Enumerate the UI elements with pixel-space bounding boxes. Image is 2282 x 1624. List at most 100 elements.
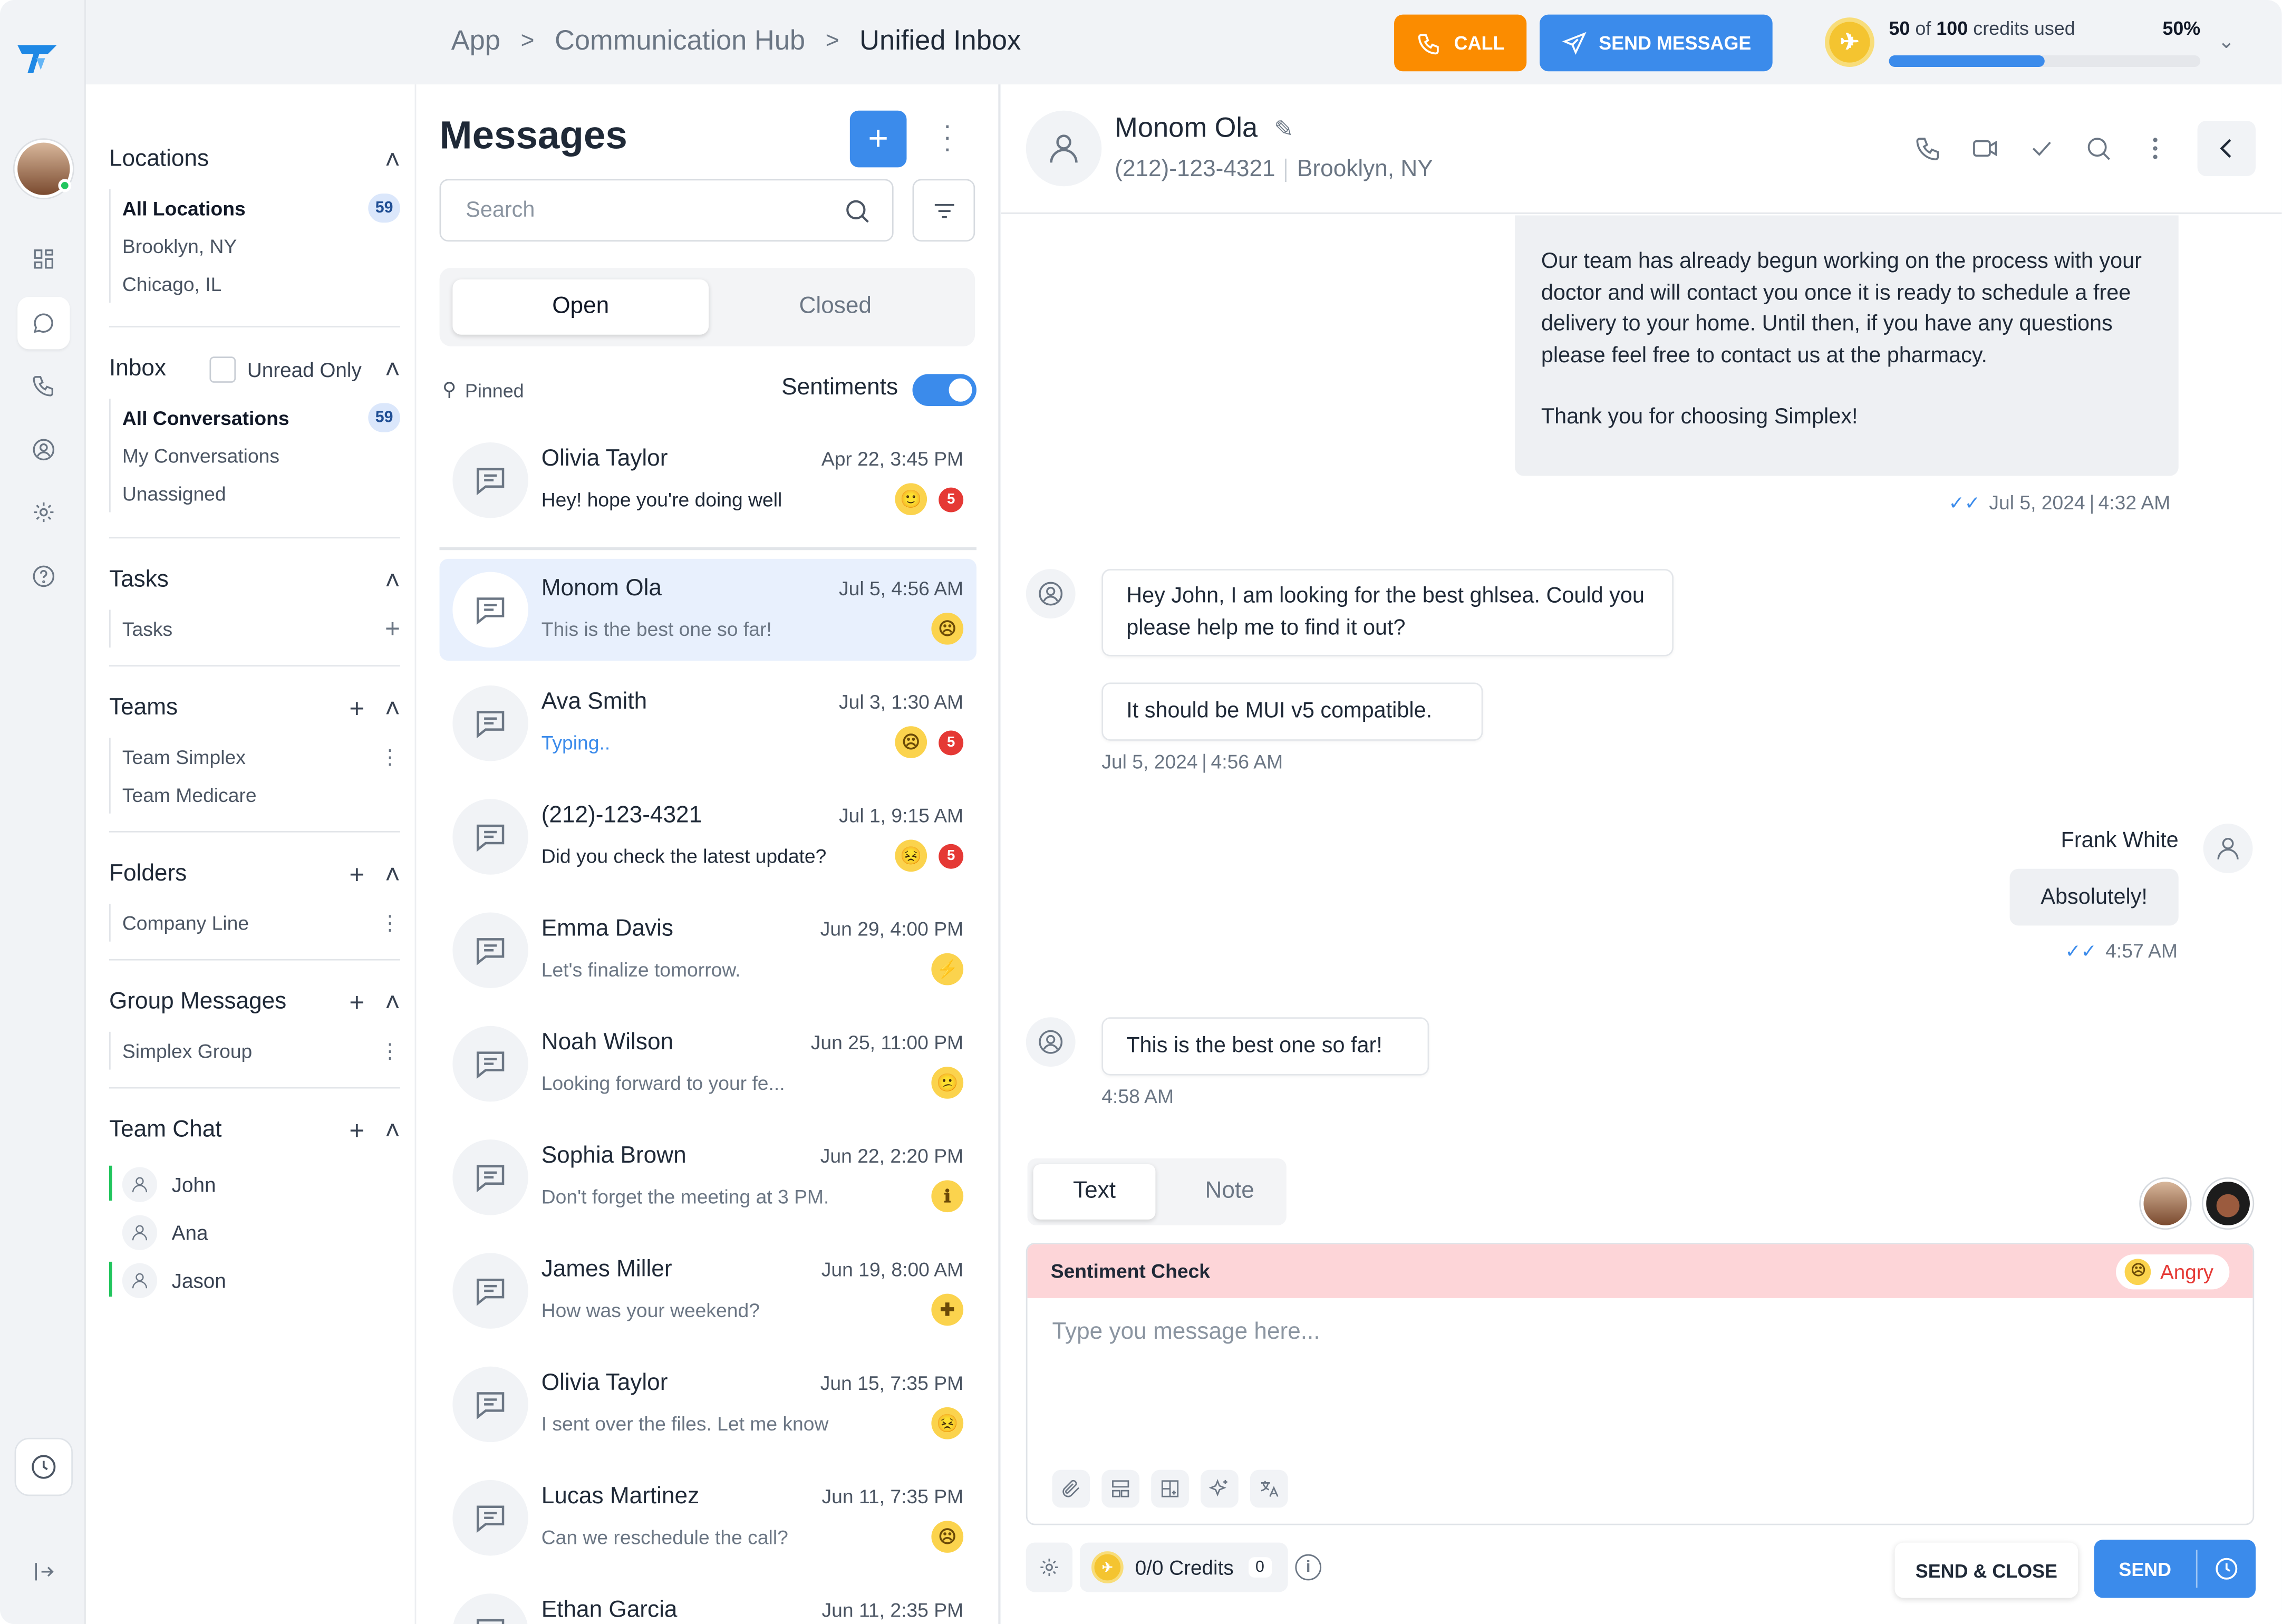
add-folder-icon[interactable]: +	[349, 859, 364, 890]
filter-button[interactable]	[912, 179, 975, 242]
team-medicare[interactable]: Team Medicare	[122, 776, 400, 814]
inbox-all-conversations[interactable]: All Conversations 59	[122, 399, 400, 437]
send-and-close-button[interactable]: SEND & CLOSE	[1894, 1542, 2078, 1598]
send-message-button[interactable]: SEND MESSAGE	[1540, 14, 1773, 72]
info-icon[interactable]: i	[1295, 1554, 1322, 1581]
search-icon[interactable]	[2084, 134, 2113, 163]
participant-avatar[interactable]	[2140, 1178, 2190, 1229]
message-incoming[interactable]: It should be MUI v5 compatible.	[1101, 682, 1483, 741]
unread-only-label: Unread Only	[247, 357, 362, 382]
conversation-item[interactable]: Noah Wilson Jun 25, 11:00 PM Looking forwa…	[440, 1013, 976, 1115]
conversation-item[interactable]: Olivia Taylor Jun 15, 7:35 PM I sent over …	[440, 1354, 976, 1455]
conversation-item[interactable]: Ava Smith Jul 3, 1:30 AM Typing.. ☹ 5	[440, 672, 976, 774]
tab-open[interactable]: Open	[452, 279, 709, 335]
add-group-icon[interactable]: +	[349, 988, 364, 1018]
check-icon[interactable]	[2027, 134, 2056, 163]
folder-company-line[interactable]: Company Line ⋮	[122, 904, 400, 942]
more-vertical-icon[interactable]: ⋮	[380, 745, 400, 769]
location-brooklyn[interactable]: Brooklyn, NY	[122, 227, 400, 265]
help-icon[interactable]	[17, 550, 70, 602]
location-chicago[interactable]: Chicago, IL	[122, 265, 400, 303]
contact-avatar-small	[1026, 1017, 1076, 1067]
chevron-up-icon[interactable]: ˄	[385, 1116, 400, 1146]
participant-avatar[interactable]	[2203, 1178, 2253, 1229]
chevron-down-icon[interactable]: ⌄	[2218, 29, 2235, 54]
conversation-item[interactable]: James Miller Jun 19, 8:00 AM How was your …	[440, 1240, 976, 1342]
breadcrumb-communication-hub[interactable]: Communication Hub	[555, 26, 805, 59]
add-team-icon[interactable]: +	[349, 693, 364, 724]
composer-settings-button[interactable]	[1026, 1542, 1073, 1592]
more-vertical-icon[interactable]: ⋮	[380, 910, 400, 935]
credits-usage[interactable]: ✈ 50 of 100 credits used 50% ⌄	[1825, 15, 2261, 73]
phone-icon[interactable]	[17, 360, 70, 412]
conversation-item[interactable]: (212)-123-4321 Jul 1, 9:15 AM Did you chec…	[440, 786, 976, 887]
add-task-icon[interactable]: +	[385, 613, 400, 644]
credits-indicator[interactable]: ✈ 0/0 Credits 0	[1079, 1542, 1288, 1592]
conversation-item[interactable]: Ethan Garcia Jun 11, 2:35 PM	[440, 1580, 976, 1624]
schedule-clock-icon[interactable]	[2198, 1555, 2256, 1582]
contacts-icon[interactable]	[17, 423, 70, 476]
team-chat-john[interactable]: John	[109, 1160, 400, 1208]
ai-sparkle-icon[interactable]	[1201, 1470, 1239, 1508]
add-block-icon[interactable]	[1151, 1470, 1189, 1508]
conversation-item[interactable]: Emma Davis Jun 29, 4:00 PM Let's finalize …	[440, 900, 976, 1001]
message-icon	[452, 1026, 528, 1102]
chevron-up-icon[interactable]: ˄	[385, 693, 400, 724]
current-user-avatar[interactable]	[14, 139, 73, 198]
conversation-item[interactable]: Monom Ola Jul 5, 4:56 AM This is the best …	[439, 558, 976, 661]
team-simplex[interactable]: Team Simplex ⋮	[122, 738, 400, 776]
unread-only-checkbox[interactable]	[209, 356, 236, 383]
settings-icon[interactable]	[17, 486, 70, 538]
logout-icon[interactable]	[17, 1545, 70, 1598]
message-incoming[interactable]: This is the best one so far!	[1101, 1017, 1429, 1076]
translate-icon[interactable]	[1250, 1470, 1288, 1508]
chevron-up-icon[interactable]: ˄	[385, 145, 400, 176]
dashboard-icon[interactable]	[17, 233, 70, 285]
chevron-up-icon[interactable]: ˄	[385, 565, 400, 596]
add-chat-icon[interactable]: +	[349, 1116, 364, 1146]
template-icon[interactable]	[1101, 1470, 1140, 1508]
team-chat-jason[interactable]: Jason	[109, 1256, 400, 1304]
clock-icon[interactable]	[14, 1437, 73, 1496]
conversation-item[interactable]: Sophia Brown Jun 22, 2:20 PM Don't forget …	[440, 1126, 976, 1228]
message-outgoing[interactable]: Our team has already begun working on th…	[1515, 215, 2179, 476]
tab-closed[interactable]: Closed	[707, 279, 963, 335]
more-vertical-icon[interactable]	[2141, 134, 2170, 163]
message-textarea[interactable]: Type you message here...	[1052, 1320, 1320, 1346]
tab-note[interactable]: Note	[1179, 1164, 1281, 1220]
message-incoming[interactable]: Hey John, I am looking for the best ghls…	[1101, 569, 1674, 656]
chevron-up-icon[interactable]: ˄	[385, 859, 400, 890]
edit-icon[interactable]: ✎	[1274, 118, 1293, 143]
chat-icon[interactable]	[17, 297, 70, 350]
app-logo[interactable]	[16, 41, 60, 75]
attach-icon[interactable]	[1052, 1470, 1090, 1508]
message-icon	[452, 1366, 528, 1443]
more-vertical-icon[interactable]: · · ·	[937, 112, 958, 162]
group-simplex[interactable]: Simplex Group ⋮	[122, 1032, 400, 1070]
breadcrumb-current: Unified Inbox	[859, 26, 1021, 57]
team-chat-ana[interactable]: Ana	[122, 1208, 400, 1256]
video-icon[interactable]	[1970, 134, 1999, 163]
chevron-up-icon[interactable]: ˄	[385, 988, 400, 1018]
inbox-unassigned[interactable]: Unassigned	[122, 475, 400, 513]
conversation-item[interactable]: Olivia Taylor Apr 22, 3:45 PM Hey! hope yo…	[440, 429, 976, 531]
chevron-up-icon[interactable]: ˄	[385, 354, 400, 385]
contact-avatar[interactable]	[1026, 110, 1102, 187]
call-button[interactable]: CALL	[1394, 14, 1527, 72]
contact-avatar-small	[1026, 569, 1076, 618]
search-input[interactable]: Search	[439, 179, 894, 242]
breadcrumb-app[interactable]: App	[451, 26, 500, 59]
collapse-panel-button[interactable]	[2197, 121, 2256, 176]
send-button[interactable]: SEND	[2094, 1540, 2256, 1598]
sentiments-toggle[interactable]	[912, 374, 976, 407]
new-message-button[interactable]: +	[849, 110, 907, 168]
pinned-toggle[interactable]: ⚲ Pinned	[442, 379, 524, 402]
tab-text[interactable]: Text	[1033, 1164, 1156, 1220]
conversation-item[interactable]: Lucas Martinez Jun 11, 7:35 PM Can we resc…	[440, 1467, 976, 1569]
inbox-my-conversations[interactable]: My Conversations	[122, 437, 400, 475]
more-vertical-icon[interactable]: ⋮	[380, 1038, 400, 1063]
phone-icon[interactable]	[1913, 134, 1942, 163]
message-outgoing[interactable]: Absolutely!	[2009, 868, 2179, 926]
tasks-item[interactable]: Tasks +	[122, 610, 400, 647]
location-all[interactable]: All Locations 59	[122, 189, 400, 227]
